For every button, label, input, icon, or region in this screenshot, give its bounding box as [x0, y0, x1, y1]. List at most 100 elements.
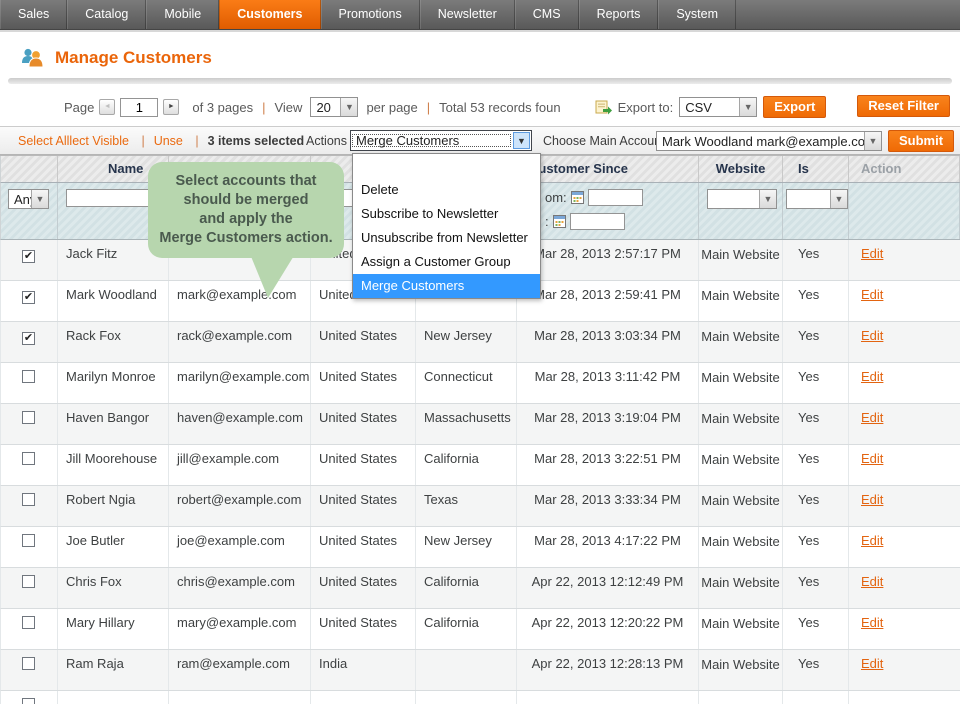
action-option-delete[interactable]: Delete: [353, 178, 540, 202]
table-row: Ram Raja ram@example.com India Apr 22, 2…: [0, 650, 960, 691]
cell-country: United States: [311, 568, 416, 608]
name-filter-input[interactable]: [66, 189, 158, 207]
calendar-icon[interactable]: [570, 191, 584, 204]
since-from-input[interactable]: [587, 189, 643, 206]
table-row: Haven Bangor haven@example.com United St…: [0, 404, 960, 445]
row-checkbox[interactable]: [22, 534, 35, 547]
row-checkbox[interactable]: ✔: [22, 250, 35, 263]
unselect-link[interactable]: Unse: [154, 134, 183, 148]
edit-link[interactable]: Edit: [861, 656, 883, 671]
row-checkbox[interactable]: [22, 616, 35, 629]
previous-page-button[interactable]: ◄: [99, 99, 116, 115]
edit-link[interactable]: Edit: [861, 533, 883, 548]
per-page-select[interactable]: 20 ▼: [310, 97, 359, 117]
page-number-input[interactable]: [120, 97, 159, 117]
row-checkbox[interactable]: [22, 452, 35, 465]
row-checkbox[interactable]: [22, 698, 35, 704]
nav-tab-promotions[interactable]: Promotions: [320, 0, 420, 29]
table-row: [0, 691, 960, 704]
cell-state: New Jersey: [416, 527, 517, 567]
choose-main-account-label: Choose Main Account: [543, 133, 665, 148]
since-to-input[interactable]: [569, 213, 625, 230]
nav-tab-newsletter[interactable]: Newsletter: [419, 0, 515, 29]
edit-link[interactable]: Edit: [861, 287, 883, 302]
cell-website: Main Website: [699, 404, 783, 444]
export-to-label: Export to:: [617, 99, 674, 115]
actions-label: Actions: [306, 133, 347, 148]
header-is-active[interactable]: Is Active: [783, 156, 849, 202]
nav-tab-cms[interactable]: CMS: [514, 0, 579, 29]
row-checkbox[interactable]: ✔: [22, 291, 35, 304]
edit-link[interactable]: Edit: [861, 492, 883, 507]
action-option-subscribe-to-newsletter[interactable]: Subscribe to Newsletter: [353, 202, 540, 226]
top-nav: Sales Catalog Mobile Customers Promotions New…: [0, 0, 960, 30]
calendar-icon[interactable]: [552, 215, 566, 228]
header-website[interactable]: Website: [699, 156, 783, 182]
cell-customer-since: Apr 22, 2013 12:28:13 PM: [517, 650, 699, 690]
cell-website: Main Website: [699, 527, 783, 567]
nav-tab-catalog[interactable]: Catalog: [67, 0, 147, 29]
nav-tab-customers[interactable]: Customers: [219, 0, 321, 29]
action-option-merge-customers[interactable]: Merge Customers: [353, 274, 540, 298]
callout-line: Select accounts that: [175, 173, 317, 189]
next-page-button[interactable]: ►: [163, 99, 180, 115]
cell-state: Connecticut: [416, 363, 517, 403]
massaction-links: Select Alllect Visible | Unse | 3 items se…: [18, 134, 304, 148]
header-customer-since[interactable]: Customer Since: [517, 156, 699, 182]
edit-link[interactable]: Edit: [861, 615, 883, 630]
chevron-down-icon: ▼: [830, 190, 847, 208]
nav-tab-system[interactable]: System: [658, 0, 737, 29]
edit-link[interactable]: Edit: [861, 328, 883, 343]
chevron-down-icon: ▼: [739, 98, 757, 116]
select-visible-link[interactable]: lect Visible: [69, 134, 129, 148]
action-option-unsubscribe-from-newsletter[interactable]: Unsubscribe from Newsletter: [353, 226, 540, 250]
export-icon: [595, 100, 612, 114]
edit-link[interactable]: Edit: [861, 410, 883, 425]
row-checkbox[interactable]: ✔: [22, 332, 35, 345]
action-option-blank[interactable]: [353, 154, 540, 178]
export-format-select[interactable]: CSV ▼: [679, 97, 758, 117]
nav-tab-reports[interactable]: Reports: [578, 0, 659, 29]
row-checkbox[interactable]: [22, 657, 35, 670]
cell-email: [169, 691, 311, 704]
cell-customer-since: Mar 28, 2013 2:57:17 PM: [517, 240, 699, 280]
separator: |: [262, 99, 266, 115]
nav-tab-sales[interactable]: Sales: [0, 0, 68, 29]
cell-name: Mary Hillary: [58, 609, 169, 649]
edit-link[interactable]: Edit: [861, 451, 883, 466]
reset-filter-button[interactable]: Reset Filter: [857, 95, 950, 117]
cell-website: Main Website: [699, 445, 783, 485]
action-option-assign-a-customer-group[interactable]: Assign a Customer Group: [353, 250, 540, 274]
row-checkbox[interactable]: [22, 493, 35, 506]
row-checkbox[interactable]: [22, 575, 35, 588]
cell-email: marilyn@example.com: [169, 363, 311, 403]
row-checkbox[interactable]: [22, 370, 35, 383]
is-active-filter-select[interactable]: ▼: [786, 189, 848, 209]
actions-select[interactable]: Merge Customers ▼: [350, 130, 532, 151]
row-checkbox[interactable]: [22, 411, 35, 424]
cell-website: [699, 691, 783, 704]
chevron-down-icon: ▼: [759, 190, 776, 208]
main-account-select[interactable]: Mark Woodland mark@example.com ▼: [656, 131, 882, 151]
website-filter-select[interactable]: ▼: [707, 189, 777, 209]
submit-button[interactable]: Submit: [888, 130, 955, 152]
header-divider: [8, 78, 952, 84]
any-filter-select[interactable]: Any ▼: [8, 189, 49, 209]
callout-line: and apply the: [199, 211, 293, 227]
edit-link[interactable]: Edit: [861, 574, 883, 589]
edit-link[interactable]: Edit: [861, 369, 883, 384]
edit-link[interactable]: Edit: [861, 246, 883, 261]
nav-tab-mobile[interactable]: Mobile: [146, 0, 220, 29]
export-group: Export to: CSV ▼ Export: [595, 96, 827, 118]
tab-label: Newsletter: [437, 7, 497, 21]
cell-is-active: Yes: [783, 281, 849, 321]
select-all-link[interactable]: Select All: [18, 134, 69, 148]
cell-website: Main Website: [699, 363, 783, 403]
header-action: Action: [849, 156, 960, 182]
cell-customer-since: Apr 22, 2013 12:20:22 PM: [517, 609, 699, 649]
cell-country: United States: [311, 404, 416, 444]
export-button[interactable]: Export: [763, 96, 827, 118]
separator: |: [195, 133, 199, 148]
cell-is-active: Yes: [783, 363, 849, 403]
cell-is-active: Yes: [783, 650, 849, 690]
